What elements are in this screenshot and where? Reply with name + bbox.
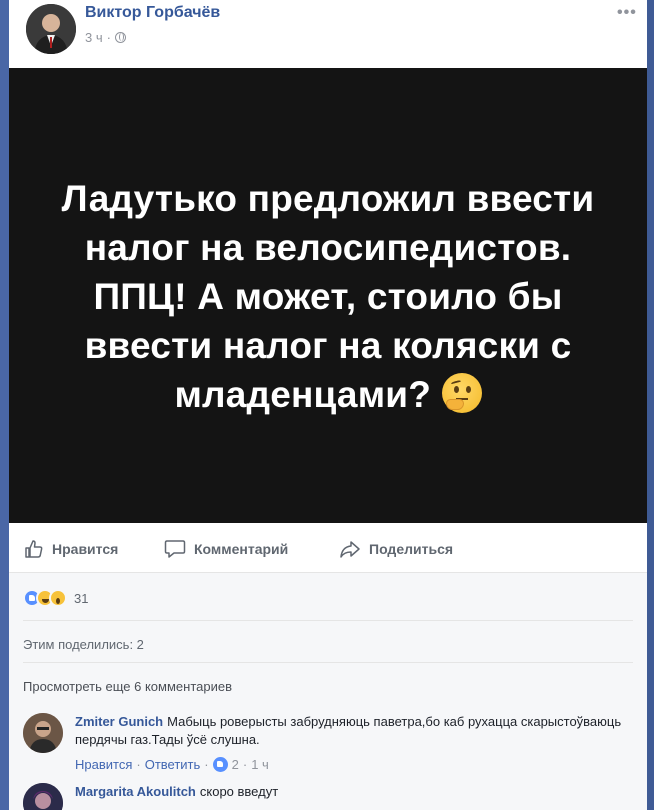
separator: · bbox=[242, 757, 248, 772]
media-line-5: младенцами? bbox=[38, 370, 618, 419]
post-time[interactable]: 3 ч bbox=[85, 30, 103, 45]
commenter-photo bbox=[23, 783, 63, 810]
thumbs-up-icon bbox=[25, 540, 43, 558]
separator: · bbox=[136, 757, 141, 772]
post-feedback-section: 31 Этим поделились: 2 Просмотреть еще 6 … bbox=[9, 573, 647, 810]
wow-reaction-icon bbox=[49, 589, 67, 607]
commenter-avatar[interactable] bbox=[23, 783, 63, 810]
commenter-avatar[interactable] bbox=[23, 713, 63, 753]
comment-button[interactable]: Комментарий bbox=[164, 539, 288, 559]
divider bbox=[23, 662, 633, 663]
comment-text: скоро введут bbox=[199, 784, 279, 799]
post-card: Виктор Горбачёв 3 ч · ••• Ладутько предл… bbox=[9, 0, 647, 810]
comment-bubble-icon bbox=[164, 540, 186, 558]
post-header: Виктор Горбачёв 3 ч · ••• bbox=[9, 0, 647, 68]
comment-body: Margarita Akoulitch скоро введут bbox=[75, 783, 630, 801]
comment-author[interactable]: Margarita Akoulitch bbox=[75, 784, 196, 799]
comment-body: Zmiter Gunich Мабыць роверысты забрудняюц… bbox=[75, 713, 630, 749]
post-image-text: Ладутько предложил ввести налог на велос… bbox=[38, 174, 618, 419]
separator: · bbox=[204, 757, 209, 772]
comment-item: Zmiter Gunich Мабыць роверысты забрудняюц… bbox=[23, 713, 633, 775]
media-line-3: ППЦ! А может, стоило бы bbox=[93, 276, 563, 317]
avatar-photo bbox=[26, 4, 76, 54]
comment-author[interactable]: Zmiter Gunich bbox=[75, 714, 163, 729]
author-avatar[interactable] bbox=[26, 4, 76, 54]
divider bbox=[23, 620, 633, 621]
author-name[interactable]: Виктор Горбачёв bbox=[85, 4, 220, 22]
comment-actions: Нравится · Ответить · 2 · 1 ч bbox=[75, 757, 269, 772]
comment-item: Margarita Akoulitch скоро введут bbox=[23, 783, 633, 810]
page-background-edge bbox=[647, 0, 654, 810]
comment-button-label: Комментарий bbox=[194, 541, 289, 557]
like-reaction-icon bbox=[212, 757, 228, 772]
view-more-comments-link[interactable]: Просмотреть еще 6 комментариев bbox=[23, 679, 232, 694]
post-meta: 3 ч · bbox=[85, 30, 126, 45]
comment-like-count[interactable]: 2 bbox=[232, 757, 239, 772]
like-button[interactable]: Нравится bbox=[24, 539, 118, 559]
commenter-photo bbox=[23, 713, 63, 753]
meta-separator: · bbox=[106, 30, 111, 45]
share-button-label: Поделиться bbox=[369, 541, 454, 557]
media-line-4: ввести налог на коляски с bbox=[84, 325, 572, 366]
like-button-label: Нравится bbox=[52, 541, 119, 557]
media-line-2: налог на велосипедистов. bbox=[84, 227, 572, 268]
post-actions-bar: Нравится Комментарий Поделиться bbox=[9, 523, 647, 573]
media-line-5-text: младенцами? bbox=[174, 374, 432, 415]
shares-count[interactable]: Этим поделились: 2 bbox=[23, 637, 144, 652]
comment-time[interactable]: 1 ч bbox=[251, 757, 269, 772]
comment-like-link[interactable]: Нравится bbox=[75, 757, 132, 772]
media-line-1: Ладутько предложил ввести bbox=[61, 178, 595, 219]
share-arrow-icon bbox=[340, 541, 360, 558]
globe-icon[interactable] bbox=[114, 32, 126, 43]
comment-reply-link[interactable]: Ответить bbox=[145, 757, 201, 772]
post-image[interactable]: Ладутько предложил ввести налог на велос… bbox=[9, 68, 647, 523]
more-options-icon[interactable]: ••• bbox=[617, 4, 637, 22]
thinking-face-icon bbox=[441, 373, 482, 413]
share-button[interactable]: Поделиться bbox=[339, 539, 453, 559]
reaction-count[interactable]: 31 bbox=[74, 591, 88, 606]
reactions-summary[interactable]: 31 bbox=[23, 589, 88, 607]
